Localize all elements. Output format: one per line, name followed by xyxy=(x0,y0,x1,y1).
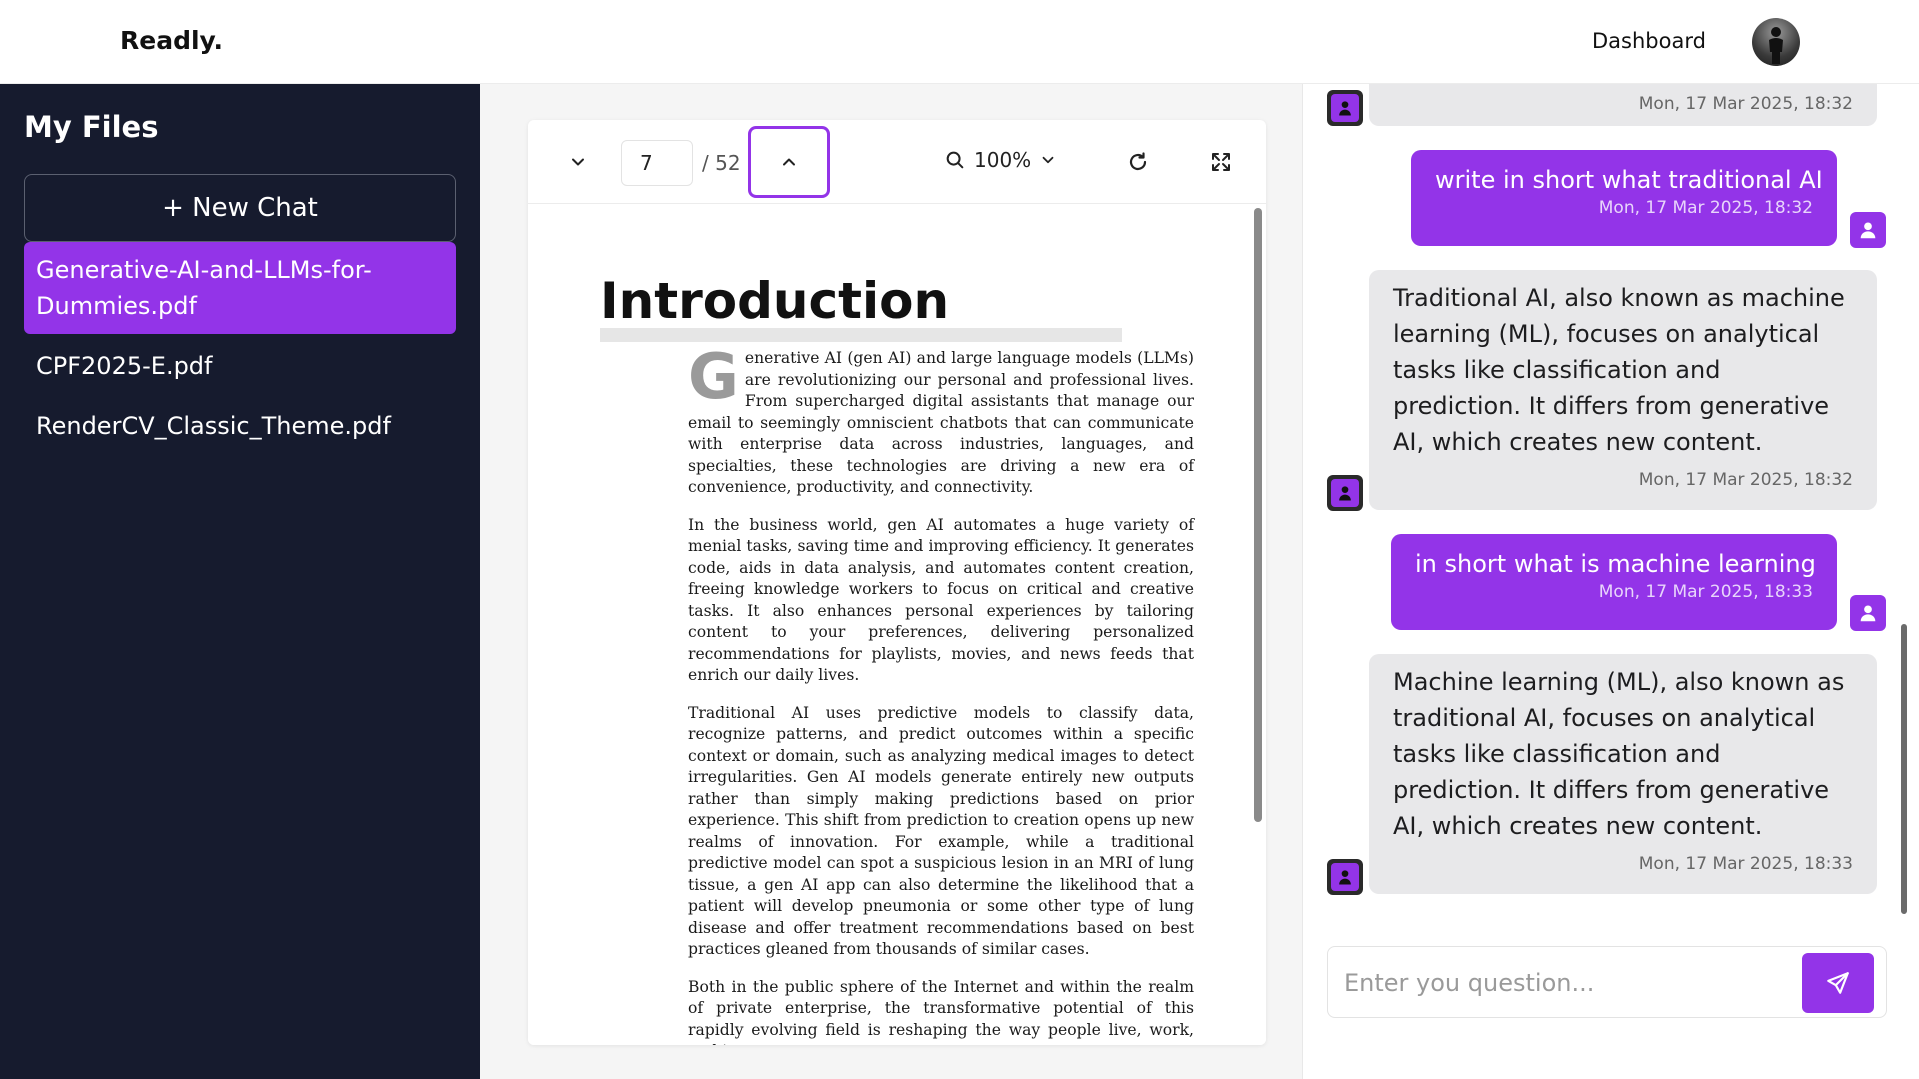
message-text: Traditional AI, also known as machine le… xyxy=(1393,284,1845,456)
previous-page-button[interactable] xyxy=(748,126,830,198)
pdf-viewer-area: / 52 100% Introduction Generative AI (ge… xyxy=(480,84,1302,1079)
paragraph: Both in the public sphere of the Interne… xyxy=(688,977,1194,1046)
file-list: Generative-AI-and-LLMs-for-Dummies.pdf C… xyxy=(24,242,456,458)
bot-message: Mon, 17 Mar 2025, 18:32 xyxy=(1369,84,1877,126)
paragraph: In the business world, gen AI automates … xyxy=(688,515,1194,685)
paragraph: Generative AI (gen AI) and large languag… xyxy=(688,340,1194,497)
message-text: in short what is machine learning xyxy=(1415,550,1816,578)
fullscreen-icon xyxy=(1212,153,1230,171)
message-text: Machine learning (ML), also known as tra… xyxy=(1393,668,1845,840)
bot-icon xyxy=(1339,486,1351,501)
user-icon xyxy=(1860,605,1876,622)
search-icon xyxy=(946,151,964,169)
message-text: write in short what traditional AI xyxy=(1435,166,1823,194)
message-time: Mon, 17 Mar 2025, 18:32 xyxy=(1598,198,1813,218)
user-avatar-small xyxy=(1850,212,1886,248)
fullscreen-button[interactable] xyxy=(1205,146,1237,178)
drop-cap: G xyxy=(688,340,739,413)
paragraph: Traditional AI uses predictive models to… xyxy=(688,703,1194,959)
chat-scrollbar[interactable] xyxy=(1901,624,1907,914)
user-avatar[interactable] xyxy=(1752,18,1800,66)
user-icon xyxy=(1860,222,1876,239)
user-message: in short what is machine learning Mon, 1… xyxy=(1391,534,1837,630)
file-item[interactable]: CPF2025-E.pdf xyxy=(24,338,456,394)
file-item[interactable]: RenderCV_Classic_Theme.pdf xyxy=(24,398,456,454)
brand-logo[interactable]: Readly. xyxy=(120,26,223,55)
top-nav-bar: Readly. Dashboard xyxy=(0,0,1919,84)
person-silhouette-icon xyxy=(1769,27,1783,64)
pdf-viewer: / 52 100% Introduction Generative AI (ge… xyxy=(528,120,1266,1045)
chat-panel: Mon, 17 Mar 2025, 18:32 write in short w… xyxy=(1302,84,1919,1079)
next-page-button[interactable] xyxy=(562,146,594,178)
message-time: Mon, 17 Mar 2025, 18:32 xyxy=(1638,94,1853,114)
bot-icon xyxy=(1339,101,1351,116)
pdf-toolbar: / 52 100% xyxy=(528,120,1266,204)
zoom-dropdown[interactable]: 100% xyxy=(944,148,1057,172)
bot-icon xyxy=(1339,870,1351,885)
message-time: Mon, 17 Mar 2025, 18:33 xyxy=(1638,854,1853,874)
bot-avatar xyxy=(1327,475,1363,511)
rotate-button[interactable] xyxy=(1122,146,1154,178)
chat-messages: Mon, 17 Mar 2025, 18:32 write in short w… xyxy=(1303,84,1919,922)
page-body: Generative AI (gen AI) and large languag… xyxy=(688,340,1194,1046)
chat-input-box xyxy=(1327,946,1887,1018)
pdf-page: Introduction Generative AI (gen AI) and … xyxy=(528,204,1266,1045)
file-item[interactable]: Generative-AI-and-LLMs-for-Dummies.pdf xyxy=(24,242,456,334)
send-icon xyxy=(1827,972,1849,994)
page-number-input[interactable] xyxy=(621,140,693,186)
page-total: / 52 xyxy=(702,151,741,175)
pdf-scrollbar[interactable] xyxy=(1254,208,1262,822)
zoom-level: 100% xyxy=(974,148,1032,172)
bot-avatar xyxy=(1327,859,1363,895)
question-input[interactable] xyxy=(1344,961,1784,1005)
page-heading: Introduction xyxy=(600,274,1122,342)
chevron-down-icon xyxy=(1042,156,1054,164)
user-avatar-small xyxy=(1850,595,1886,631)
sidebar-title: My Files xyxy=(24,110,159,144)
message-time: Mon, 17 Mar 2025, 18:32 xyxy=(1638,470,1853,490)
send-button[interactable] xyxy=(1802,953,1874,1013)
sidebar: My Files + New Chat Generative-AI-and-LL… xyxy=(0,84,480,1079)
chevron-down-icon xyxy=(572,158,584,166)
user-message: write in short what traditional AI Mon, … xyxy=(1411,150,1837,246)
bot-avatar xyxy=(1327,90,1363,126)
bot-message: Machine learning (ML), also known as tra… xyxy=(1369,654,1877,894)
refresh-icon xyxy=(1129,152,1147,171)
chevron-up-icon xyxy=(783,158,795,166)
message-time: Mon, 17 Mar 2025, 18:33 xyxy=(1598,582,1813,602)
bot-message: Traditional AI, also known as machine le… xyxy=(1369,270,1877,510)
new-chat-button[interactable]: + New Chat xyxy=(24,174,456,242)
nav-dashboard-link[interactable]: Dashboard xyxy=(1592,29,1706,53)
